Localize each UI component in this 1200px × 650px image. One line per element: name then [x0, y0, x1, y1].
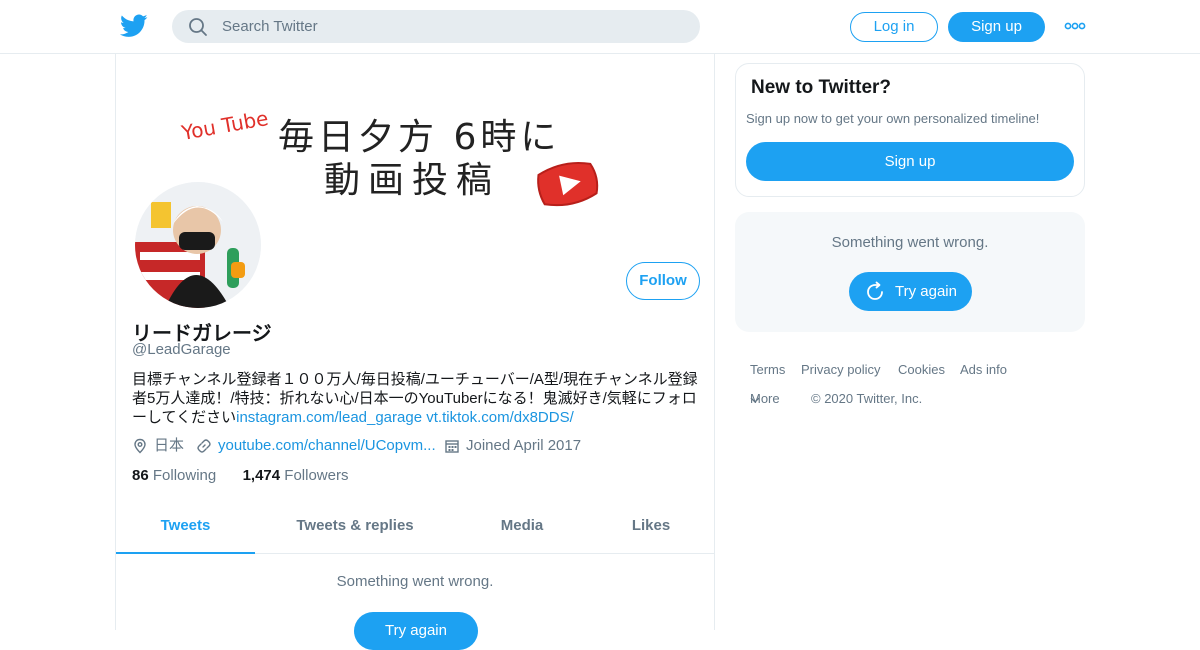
calendar-icon: [445, 440, 459, 453]
timeline-error-text: Something went wrong.: [336, 573, 494, 590]
profile-website[interactable]: youtube.com/channel/UCopvm...: [196, 436, 446, 456]
follow-button[interactable]: Follow: [626, 262, 700, 300]
profile-column: You Tube 毎日夕方 6時に 動画投稿 Follow リードガレージ @L…: [115, 54, 715, 650]
profile-location: 日本: [132, 436, 192, 456]
tab-media[interactable]: Media: [482, 506, 562, 554]
location-icon: [134, 438, 146, 454]
search-icon: [189, 18, 207, 36]
avatar-image: [135, 182, 261, 308]
avatar[interactable]: [131, 178, 265, 312]
footer-terms-link[interactable]: Terms: [750, 362, 785, 377]
tab-tweets[interactable]: Tweets: [116, 506, 255, 554]
footer-privacy-link[interactable]: Privacy policy: [801, 362, 880, 377]
profile-joined: Joined April 2017: [444, 436, 604, 456]
profile-counts: 86 Following 1,474 Followers: [132, 467, 348, 484]
following-link[interactable]: 86 Following: [132, 467, 216, 484]
banner-line1: 毎日夕方 6時に: [278, 117, 560, 158]
signup-card: New to Twitter? Sign up now to get your …: [735, 63, 1085, 197]
sidebar-signup-button[interactable]: Sign up: [746, 142, 1074, 181]
signup-card-title: New to Twitter?: [751, 77, 892, 98]
tab-tweets-replies[interactable]: Tweets & replies: [280, 506, 430, 554]
search-input[interactable]: [222, 10, 682, 43]
tab-likes[interactable]: Likes: [616, 506, 686, 554]
signup-card-text: Sign up now to get your own personalized…: [746, 111, 1040, 126]
signup-button[interactable]: Sign up: [948, 12, 1045, 42]
followers-link[interactable]: 1,474 Followers: [243, 467, 349, 484]
profile-bio: 目標チャンネル登録者１００万人/毎日投稿/ユーチューバー/A型/現在チャンネル登…: [132, 370, 704, 427]
link-icon: [197, 439, 211, 453]
more-icon[interactable]: [1064, 18, 1086, 34]
refresh-icon: [867, 281, 883, 300]
bio-link-tiktok[interactable]: vt.tiktok.com/dx8DDS/: [426, 409, 574, 426]
search-bar[interactable]: [172, 10, 700, 43]
chevron-down-icon: [750, 397, 760, 403]
login-button[interactable]: Log in: [850, 12, 938, 42]
timeline-retry-button[interactable]: Try again: [354, 612, 478, 650]
profile-handle: @LeadGarage: [132, 341, 231, 358]
twitter-logo-icon[interactable]: [120, 13, 148, 39]
sidebar-error-card: Something went wrong. Try again: [735, 212, 1085, 332]
profile-tabs: Tweets Tweets & replies Media Likes: [116, 506, 714, 554]
top-navigation: Log in Sign up: [0, 0, 1200, 54]
footer-cookies-link[interactable]: Cookies: [898, 362, 945, 377]
footer-more-link[interactable]: More: [750, 391, 780, 406]
footer-ads-link[interactable]: Ads info: [960, 362, 1007, 377]
bio-link-instagram[interactable]: instagram.com/lead_garage: [236, 409, 422, 426]
sidebar-error-text: Something went wrong.: [831, 234, 989, 251]
banner-line2: 動画投稿: [324, 160, 500, 201]
sidebar-retry-button[interactable]: Try again: [849, 272, 972, 311]
footer-copyright: © 2020 Twitter, Inc.: [811, 391, 923, 406]
